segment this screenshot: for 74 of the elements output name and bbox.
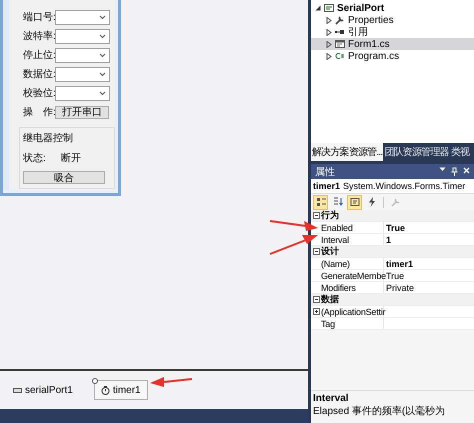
property-name[interactable]: GenerateMembe: [321, 270, 386, 280]
field-label: 操 作:: [23, 106, 55, 119]
property-value[interactable]: 1: [384, 234, 392, 244]
reference-icon: [335, 27, 345, 37]
tree-item[interactable]: Properties: [311, 14, 474, 26]
field-label: 数据位:: [23, 68, 55, 81]
port-icon: [13, 386, 22, 394]
object-selector[interactable]: timer1 System.Windows.Forms.Timer: [311, 179, 474, 194]
tree-item[interactable]: 引用: [311, 26, 474, 38]
chevron-down-icon: [99, 90, 106, 96]
status-label: 状态:: [23, 152, 47, 165]
tree-item[interactable]: Program.cs: [311, 50, 474, 62]
category-label: 行为: [321, 209, 339, 222]
categorized-icon: [316, 197, 326, 207]
annotation-arrow: [270, 235, 318, 255]
tree-item[interactable]: Form1.cs: [311, 38, 474, 50]
expanded-triangle-icon[interactable]: [315, 5, 321, 11]
field-label: 端口号:: [23, 10, 55, 24]
combo-box[interactable]: [55, 48, 110, 62]
open-port-button[interactable]: 打开串口: [55, 106, 109, 118]
property-value[interactable]: timer1: [384, 258, 414, 268]
category-label: 设计: [321, 245, 339, 258]
combo-box[interactable]: [55, 86, 110, 100]
project-icon: [324, 3, 334, 13]
properties-toggle[interactable]: [347, 194, 362, 210]
chevron-down-icon: [99, 34, 106, 38]
categorized-toggle[interactable]: [313, 194, 328, 210]
property-name[interactable]: Tag: [321, 318, 335, 328]
field-label: 校验位:: [23, 86, 55, 100]
csharp-file-icon: [335, 51, 345, 61]
collapse-icon[interactable]: [312, 296, 320, 303]
group-title: 继电器控制: [23, 132, 74, 145]
wrench-icon: [390, 197, 400, 207]
property-value[interactable]: True: [384, 222, 406, 232]
status-value: 断开: [61, 152, 81, 165]
property-value[interactable]: Private: [384, 282, 414, 292]
close-icon[interactable]: [463, 167, 470, 174]
combo-box[interactable]: [55, 66, 110, 82]
category-label: 数据: [321, 293, 339, 306]
panel-title: 属性: [315, 166, 335, 178]
property-name[interactable]: Enabled: [321, 222, 353, 232]
panel-tab[interactable]: 类视: [450, 143, 470, 161]
chevron-down-icon: [99, 52, 106, 58]
chevron-down-icon: [99, 72, 106, 76]
lightning-icon: [366, 197, 376, 207]
chevron-down-icon: [99, 14, 106, 20]
property-name[interactable]: (Name): [321, 258, 350, 268]
sort-icon: [332, 197, 342, 207]
description-title: Interval: [313, 393, 350, 404]
panel-tab[interactable]: 团队资源管理器: [383, 143, 450, 161]
description-text: Elapsed 事件的频率(以毫秒为: [313, 404, 446, 418]
collapse-icon[interactable]: [312, 212, 320, 219]
field-label: 波特率:: [23, 30, 55, 43]
pin-icon[interactable]: [451, 167, 458, 176]
component-item[interactable]: serialPort1: [6, 380, 80, 400]
dropdown-icon[interactable]: [439, 167, 446, 172]
form-icon: [335, 39, 345, 49]
wrench-icon: [335, 15, 345, 25]
properties-icon: [350, 197, 360, 207]
property-name[interactable]: (ApplicationSettir: [321, 306, 386, 316]
annotation-arrow: [270, 220, 318, 231]
annotation-arrow: [150, 377, 192, 387]
close-relay-button[interactable]: 吸合: [23, 171, 105, 184]
panel-tab[interactable]: 解决方案资源管...: [311, 143, 384, 161]
combo-box[interactable]: [55, 28, 110, 44]
component-item[interactable]: timer1: [94, 380, 148, 400]
stopwatch-icon: [100, 386, 110, 394]
tree-item[interactable]: SerialPort: [311, 2, 474, 14]
combo-box[interactable]: [55, 10, 110, 24]
field-label: 停止位:: [23, 48, 55, 62]
expand-icon[interactable]: [312, 308, 320, 315]
collapse-icon[interactable]: [312, 248, 320, 255]
property-name[interactable]: Interval: [321, 234, 349, 244]
property-name[interactable]: Modifiers: [321, 282, 356, 292]
